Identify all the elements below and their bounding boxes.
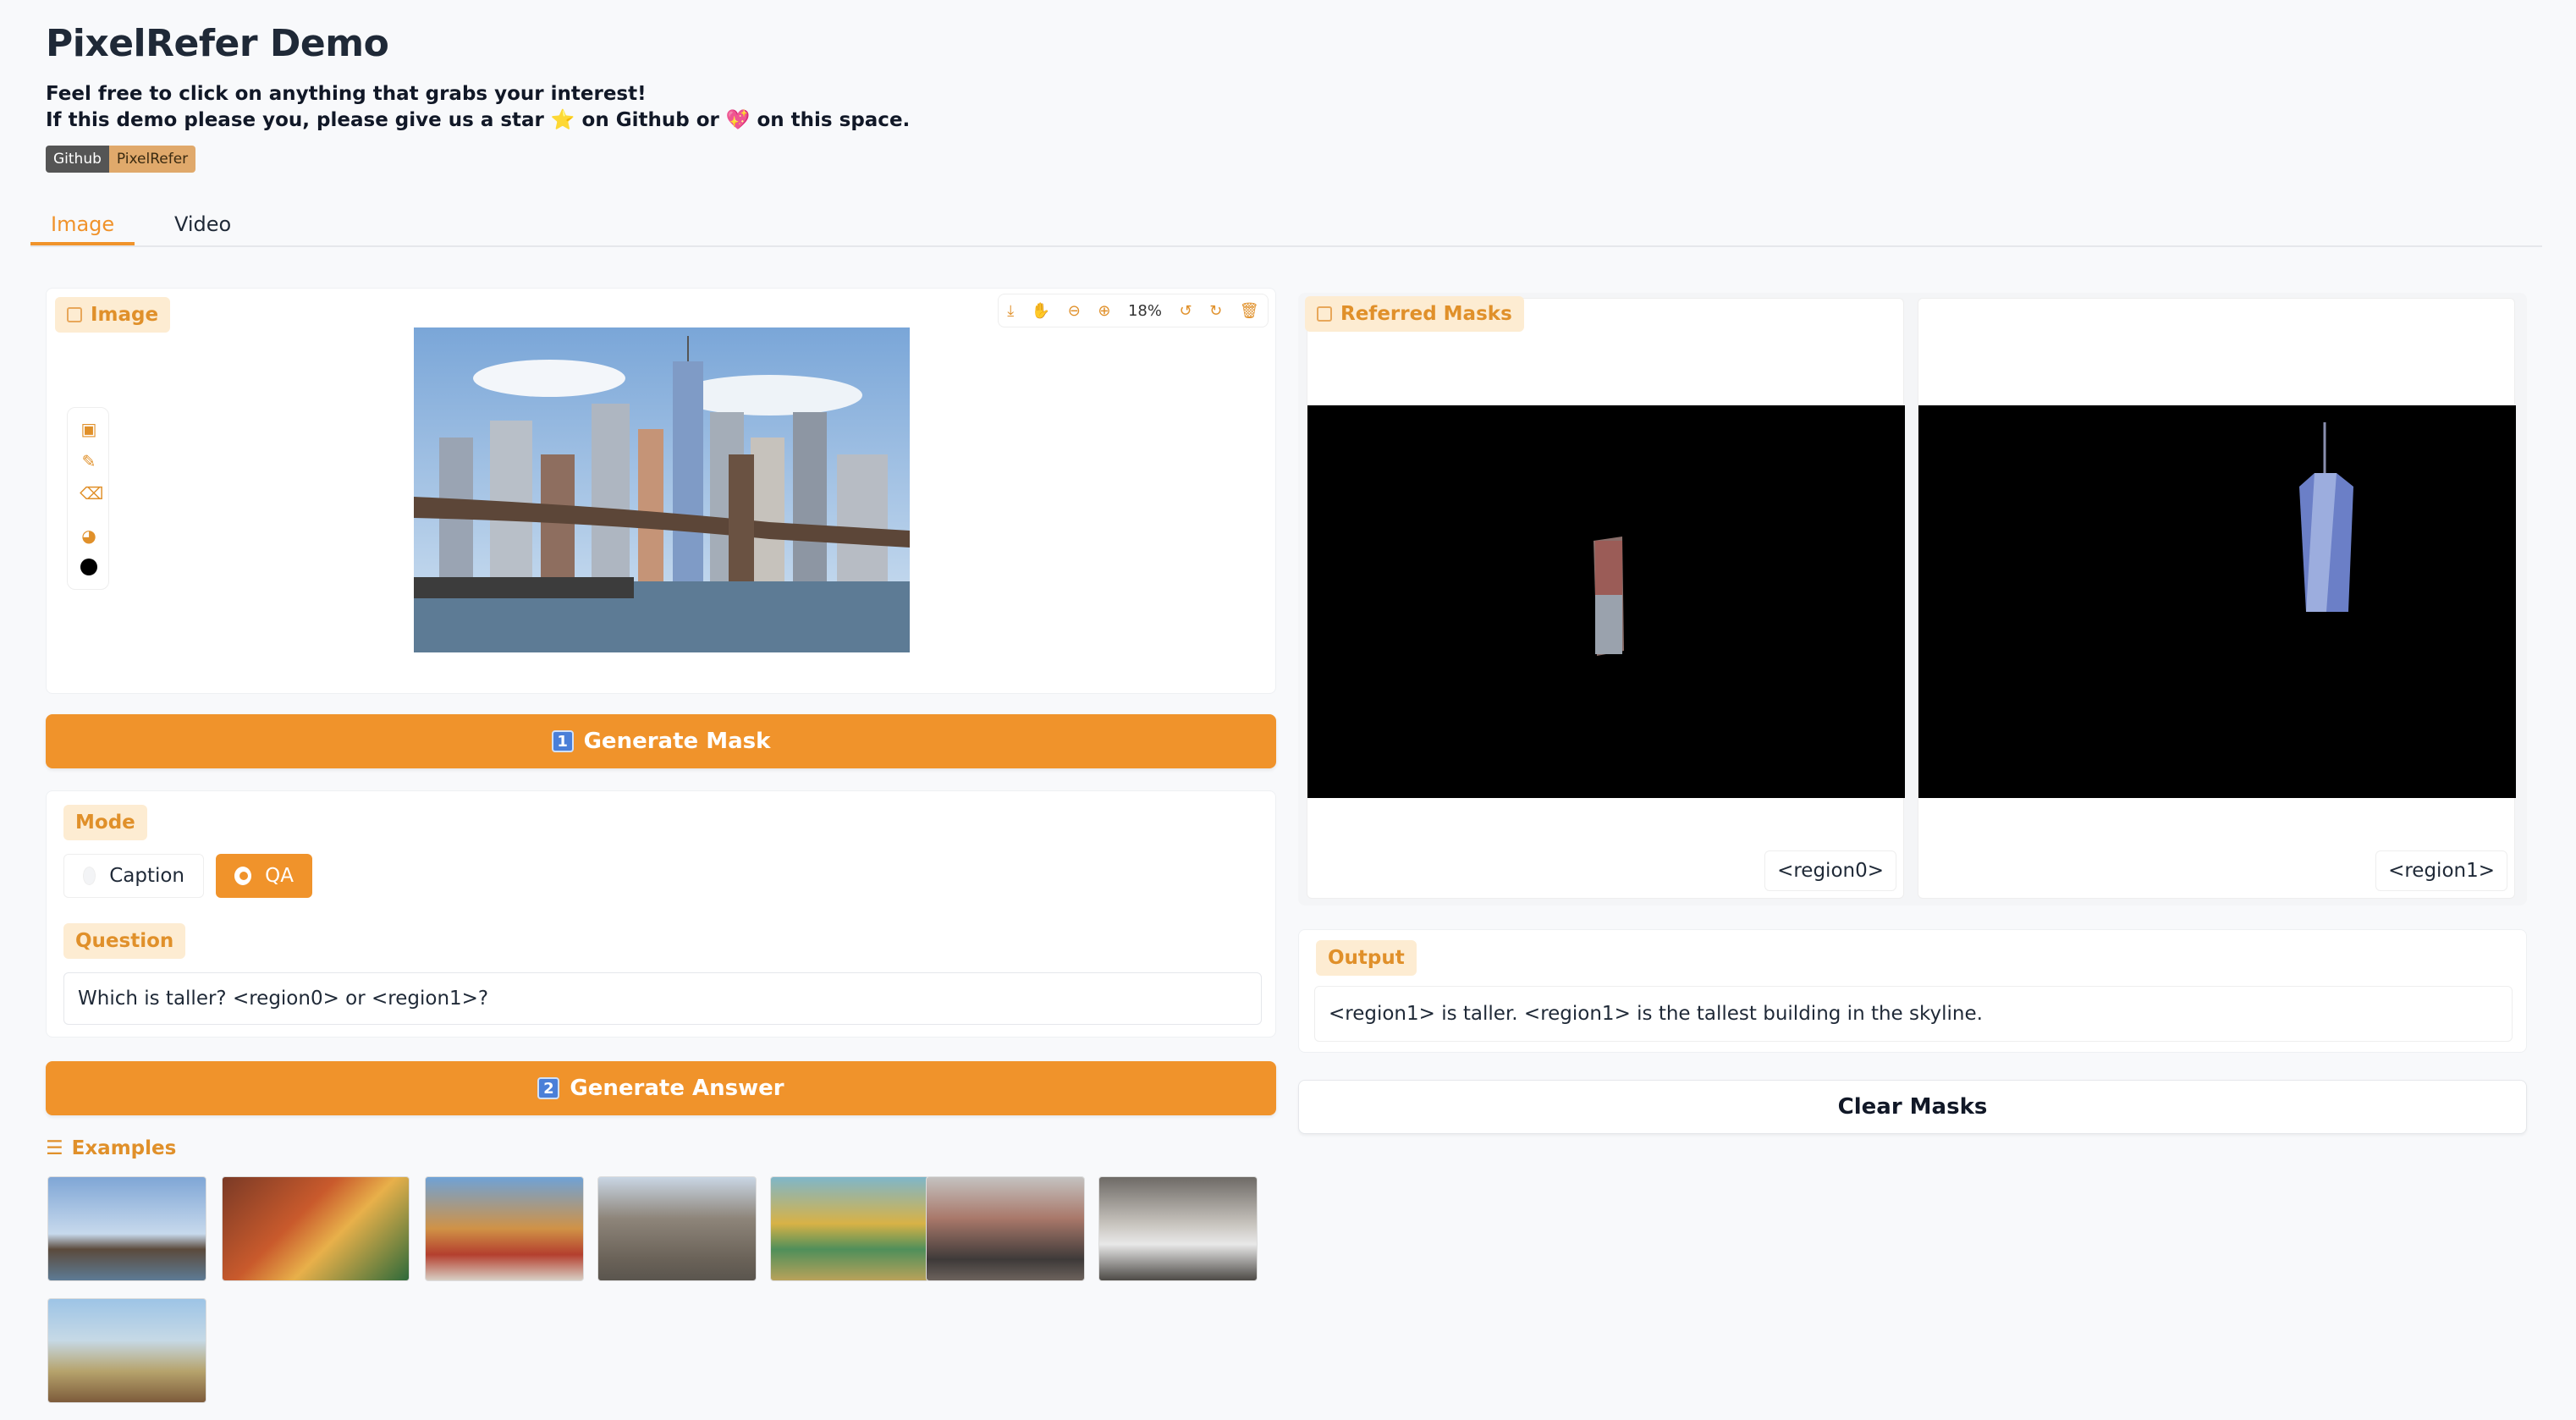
keycap-one-icon: 1: [551, 730, 574, 752]
example-thumbnail[interactable]: [926, 1176, 1085, 1281]
zoom-out-icon[interactable]: ⊖: [1068, 302, 1081, 320]
example-thumbnail[interactable]: [425, 1176, 584, 1281]
color-swatch-icon[interactable]: [80, 559, 98, 577]
question-label: Question: [63, 923, 186, 959]
examples-title: ☰ Examples: [46, 1137, 176, 1159]
generate-answer-button[interactable]: 2 Generate Answer: [46, 1061, 1276, 1115]
example-thumbnail[interactable]: [222, 1176, 410, 1281]
radio-qa-label: QA: [265, 865, 294, 887]
image-editor-panel: Image ⤓ ✋ ⊖ ⊕ 18% ↺ ↻ 🗑 ▣ ✎ ⌫ ◕: [46, 288, 1276, 694]
image-label: Image: [55, 297, 171, 333]
output-panel: Output <region1> is taller. <region1> is…: [1298, 929, 2527, 1053]
mode-question-panel: Mode Caption QA Question Which is taller…: [46, 790, 1276, 1037]
region-tag: <region0>: [1764, 850, 1896, 891]
mask-image: [1918, 405, 2516, 798]
page-title: PixelRefer Demo: [46, 22, 389, 65]
radio-dot: [234, 867, 252, 885]
palette-icon[interactable]: ◕: [80, 526, 98, 545]
examples-label: Examples: [71, 1137, 177, 1159]
badge-left: Github: [46, 146, 109, 173]
referred-masks-panel: <region0> <region1> Referred Masks: [1298, 293, 2527, 905]
image-toolbar: ⤓ ✋ ⊖ ⊕ 18% ↺ ↻ 🗑: [998, 294, 1269, 327]
badge-right: PixelRefer: [108, 146, 196, 173]
radio-qa[interactable]: QA: [216, 854, 312, 898]
clear-masks-button[interactable]: Clear Masks: [1298, 1080, 2527, 1134]
image-icon: [67, 307, 82, 322]
intro-line-1: Feel free to click on anything that grab…: [46, 83, 647, 105]
mask-card[interactable]: <region1>: [1918, 298, 2516, 899]
trash-icon[interactable]: 🗑: [1240, 302, 1259, 320]
image-label-text: Image: [91, 304, 159, 326]
example-thumbnail[interactable]: [47, 1298, 206, 1403]
draw-toolbar: ▣ ✎ ⌫ ◕: [67, 407, 109, 590]
pan-icon[interactable]: ✋: [1032, 302, 1050, 320]
intro-line-2: If this demo please you, please give us …: [46, 109, 911, 131]
example-thumbnail[interactable]: [47, 1176, 206, 1281]
example-thumbnail[interactable]: [1098, 1176, 1258, 1281]
region-tag: <region1>: [2375, 850, 2507, 891]
list-icon: ☰: [46, 1137, 63, 1159]
download-icon[interactable]: ⤓: [1007, 302, 1014, 320]
zoom-level: 18%: [1127, 301, 1162, 320]
mask-card[interactable]: <region0>: [1307, 298, 1905, 899]
example-thumbnail[interactable]: [597, 1176, 757, 1281]
mode-label: Mode: [63, 805, 147, 840]
github-badge[interactable]: Github PixelRefer: [46, 146, 196, 173]
radio-dot: [83, 867, 96, 885]
zoom-in-icon[interactable]: ⊕: [1098, 302, 1110, 320]
example-thumbnail[interactable]: [770, 1176, 929, 1281]
generate-mask-button[interactable]: 1 Generate Mask: [46, 714, 1276, 768]
eraser-icon[interactable]: ⌫: [80, 484, 103, 503]
referred-masks-label: Referred Masks: [1305, 296, 1524, 332]
question-input[interactable]: Which is taller? <region0> or <region1>?: [63, 972, 1262, 1025]
referred-masks-label-text: Referred Masks: [1340, 303, 1512, 325]
keycap-two-icon: 2: [537, 1077, 560, 1099]
output-text: <region1> is taller. <region1> is the ta…: [1314, 986, 2513, 1042]
redo-icon[interactable]: ↻: [1209, 302, 1222, 320]
editable-image[interactable]: [414, 327, 910, 652]
tab-bar: Image Video: [30, 203, 2542, 247]
tab-image[interactable]: Image: [30, 210, 135, 245]
output-label: Output: [1316, 940, 1417, 976]
brush-icon[interactable]: ✎: [80, 452, 98, 471]
radio-caption[interactable]: Caption: [63, 854, 204, 898]
mask-image: [1307, 405, 1905, 798]
image-tool-icon[interactable]: ▣: [80, 420, 98, 438]
undo-icon[interactable]: ↺: [1180, 302, 1192, 320]
tab-video[interactable]: Video: [154, 210, 251, 245]
image-icon: [1317, 306, 1332, 322]
generate-answer-label: Generate Answer: [570, 1076, 784, 1101]
generate-mask-label: Generate Mask: [583, 729, 771, 754]
radio-caption-label: Caption: [109, 865, 184, 887]
